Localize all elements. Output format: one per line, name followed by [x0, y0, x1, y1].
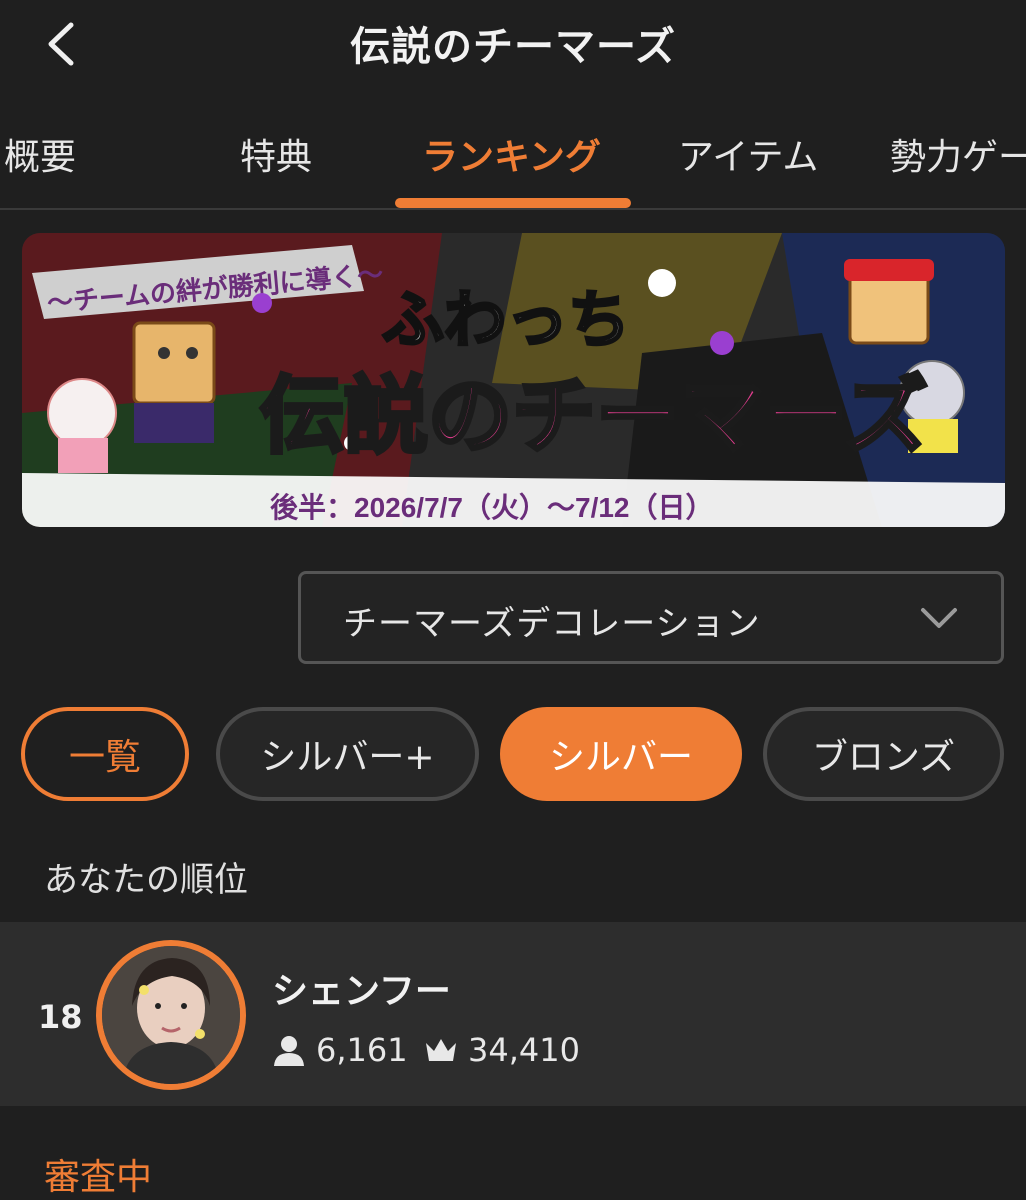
- active-tab-indicator: [395, 198, 631, 208]
- tab-items[interactable]: アイテム: [678, 128, 818, 180]
- tab-faction-gauge[interactable]: 勢力ゲー: [890, 128, 1026, 180]
- point-count-value: 34,410: [468, 1031, 580, 1069]
- banner-period: 後半：2026/7/7（火）〜7/12（日）: [270, 491, 714, 523]
- follower-count-value: 6,161: [316, 1031, 408, 1069]
- tab-ranking[interactable]: ランキング: [422, 128, 601, 180]
- ranking-category-select[interactable]: チーマーズデコレーション: [298, 571, 1004, 664]
- tab-overview[interactable]: 概要: [4, 128, 76, 180]
- follower-count: 6,161: [272, 1030, 408, 1070]
- tab-rewards[interactable]: 特典: [240, 128, 312, 180]
- filter-silver-plus-button[interactable]: シルバー+: [216, 707, 479, 801]
- character-cap-boy: [848, 271, 930, 345]
- user-name: シェンフー: [272, 971, 451, 1012]
- avatar[interactable]: [96, 940, 246, 1090]
- character-dog: [47, 378, 117, 448]
- filter-bronze-button[interactable]: ブロンズ: [763, 707, 1004, 801]
- filter-all-button[interactable]: 一覧: [21, 707, 189, 801]
- your-rank-heading: あなたの順位: [44, 860, 248, 900]
- my-rank-row[interactable]: 18 シェンフー 6,161 34,410: [0, 922, 1026, 1106]
- person-icon: [274, 1036, 304, 1066]
- banner-logo-top: ふわっち: [382, 286, 630, 355]
- rank-number: 18: [38, 998, 83, 1036]
- ranking-category-value: チーマーズデコレーション: [343, 604, 761, 644]
- point-count: 34,410: [424, 1030, 580, 1070]
- page-title: 伝説のチーマーズ: [350, 24, 676, 70]
- banner-logo-main: 伝説のチーマーズ: [260, 369, 928, 463]
- tab-bar: 概要 特典 ランキング アイテム 勢力ゲー: [0, 110, 1026, 210]
- event-banner[interactable]: 〜チームの絆が勝利に導く〜 ふわっち 伝説のチーマーズ 後半：2026/7/7（…: [22, 233, 1005, 527]
- review-status-label: 審査中: [44, 1157, 153, 1198]
- character-box-mascot: [132, 321, 216, 405]
- crown-icon: [426, 1039, 456, 1061]
- header-bar: 伝説のチーマーズ: [0, 0, 1026, 90]
- chevron-down-icon: [921, 608, 957, 628]
- filter-silver-button[interactable]: シルバー: [500, 707, 742, 801]
